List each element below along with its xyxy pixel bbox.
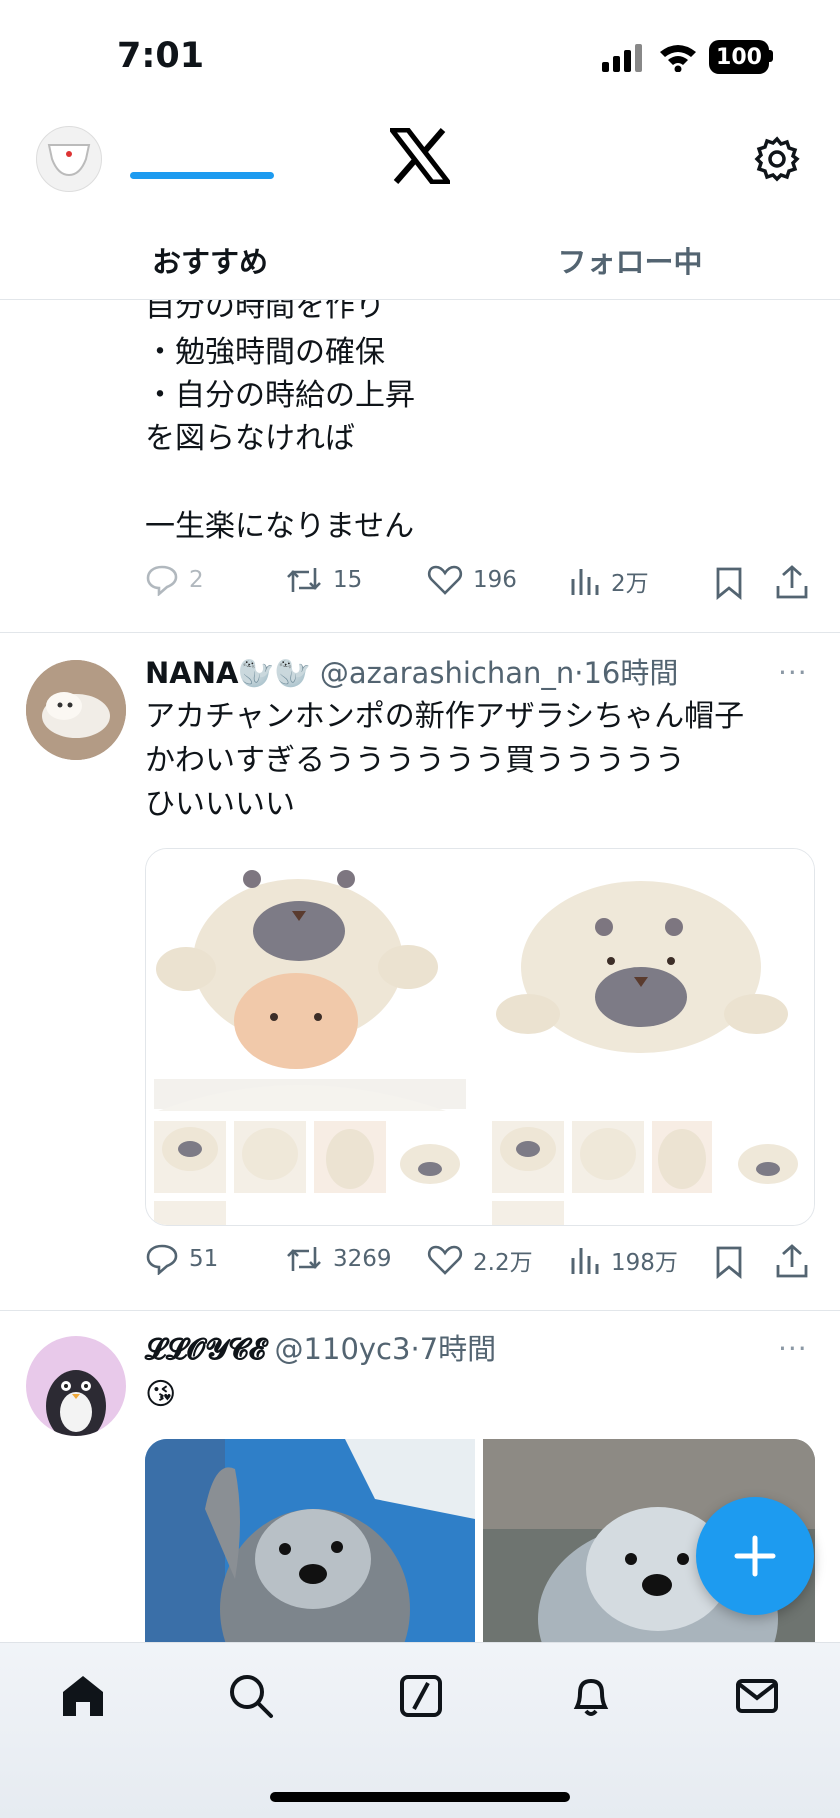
repost-count: 15 [333,567,363,593]
messages-icon[interactable] [734,1673,780,1719]
author-avatar[interactable] [26,660,126,760]
post-time: 7時間 [419,1332,497,1366]
views-chart-icon [571,1248,599,1274]
x-logo-icon[interactable] [390,128,450,184]
repost-button[interactable]: 3269 [285,1243,392,1275]
compose-post-button[interactable] [696,1497,814,1615]
author-avatar[interactable] [26,1336,126,1436]
heart-icon [427,565,463,595]
avatar-image [26,660,126,760]
timeline-feed[interactable]: 自分の時間を作り ・勉強時間の確保 ・自分の時給の上昇 を図らなければ 一生楽に… [0,300,840,1642]
author-name[interactable]: 𝓛𝓛𝓞𝓨𝓒𝓔 [145,1332,265,1366]
separator: · [410,1332,420,1366]
status-time: 7:01 [117,36,205,76]
battery-indicator: 100 [709,40,769,74]
views-count: 2万 [611,571,649,597]
timeline-tabs: おすすめ フォロー中 [0,220,840,300]
search-icon[interactable] [228,1673,274,1719]
like-button[interactable]: 196 [427,564,517,596]
post-text-line: 😘 [145,1377,177,1412]
wifi-icon [660,45,696,72]
home-indicator [270,1792,570,1802]
views-count: 198万 [611,1250,678,1276]
post-divider [0,632,840,633]
otter-photo [145,1439,475,1642]
like-button[interactable]: 2.2万 [427,1243,533,1277]
reply-icon [146,1244,178,1275]
bookmark-icon[interactable] [715,566,743,600]
post-text-line: ・自分の時給の上昇 [145,378,415,413]
tab-for-you[interactable]: おすすめ [0,220,420,300]
post-text-line: 一生楽になりません [145,509,415,544]
share-icon[interactable] [775,1243,809,1279]
post-text-line: ・勉強時間の確保 [145,335,385,370]
author-handle[interactable]: @110yc3 [275,1332,411,1366]
post-text-line: 自分の時間を作り [145,300,385,324]
avatar-image [47,144,91,177]
repost-button[interactable]: 15 [285,564,362,596]
cellular-signal-icon [602,44,642,72]
product-photo [146,849,814,1225]
more-options-button[interactable]: ··· [778,1332,808,1365]
bookmark-icon[interactable] [715,1245,743,1279]
avatar-image [26,1336,126,1436]
reply-count: 2 [189,567,204,593]
status-bar: 7:01 100 [0,0,840,120]
post-text-line: アカチャンホンポの新作アザラシちゃん帽子 [145,699,745,734]
post-actions: 51 3269 2.2万 198万 [145,1243,808,1287]
repost-icon [287,568,321,592]
post-text-line: ひいいいい [145,787,295,822]
notifications-icon[interactable] [568,1673,614,1719]
active-tab-indicator [130,172,274,179]
home-icon[interactable] [60,1673,106,1719]
post-time: 16時間 [583,656,679,690]
post-divider [0,1310,840,1311]
post-header: NANA🦭🦭 @azarashichan_n·16時間 [145,652,678,694]
post-media-image[interactable] [145,1439,475,1642]
author-handle[interactable]: @azarashichan_n [320,656,574,690]
author-name[interactable]: NANA🦭🦭 [145,656,311,690]
reply-button[interactable]: 51 [145,1243,218,1275]
grok-icon[interactable] [398,1673,444,1719]
like-count: 196 [473,567,517,593]
app-header: おすすめ フォロー中 [0,120,840,300]
heart-icon [427,1245,463,1275]
post-header: 𝓛𝓛𝓞𝓨𝓒𝓔 @110yc3·7時間 [145,1328,496,1370]
post-text-line: を図らなければ [145,421,355,456]
post-media-image[interactable] [145,848,815,1226]
more-options-button[interactable]: ··· [778,656,808,689]
like-count: 2.2万 [473,1250,533,1276]
repost-icon [287,1247,321,1271]
tab-following[interactable]: フォロー中 [420,220,840,300]
views-chart-icon [571,569,599,595]
post-actions: 2 15 196 2万 [145,564,808,608]
plus-icon [734,1535,776,1577]
reply-button[interactable]: 2 [145,564,204,596]
share-icon[interactable] [775,564,809,600]
repost-count: 3269 [333,1246,392,1272]
views-button[interactable]: 198万 [569,1243,678,1277]
battery-tip [769,50,773,62]
post-text-line: かわいすぎるうううううう買ううううう [145,743,685,778]
reply-count: 51 [189,1246,219,1272]
views-button[interactable]: 2万 [569,564,649,598]
profile-avatar-button[interactable] [36,126,102,192]
reply-icon [146,565,178,596]
settings-gear-icon[interactable] [754,136,800,182]
